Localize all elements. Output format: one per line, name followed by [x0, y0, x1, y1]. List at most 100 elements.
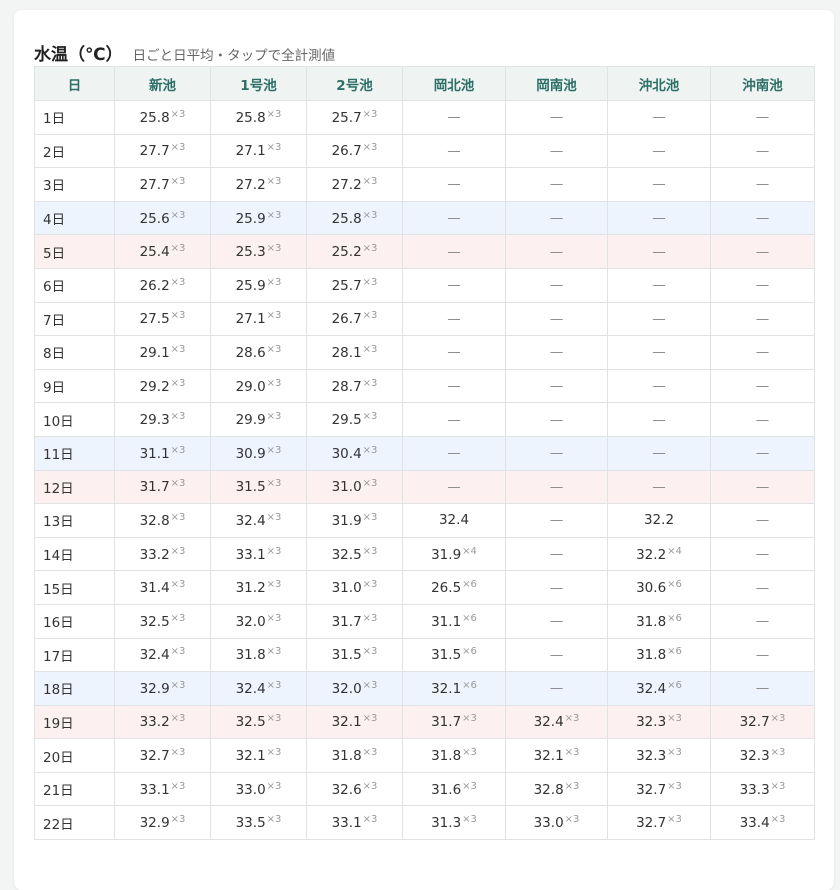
empty-temperature-cell[interactable]: —	[402, 469, 506, 505]
temperature-cell[interactable]: 27.2×3	[210, 167, 307, 202]
temperature-cell[interactable]: 32.4×6	[607, 671, 711, 706]
temperature-cell[interactable]: 32.4×3	[505, 704, 608, 740]
empty-temperature-cell[interactable]: —	[402, 100, 506, 135]
table-row[interactable]: 10日 29.3×3 29.9×3 29.5×3— — — —	[34, 402, 815, 437]
temperature-cell[interactable]: 33.1×3	[306, 805, 403, 841]
empty-temperature-cell[interactable]: —	[402, 368, 506, 404]
table-row[interactable]: 17日 32.4×3 31.8×3 31.5×3 31.5×6—31.8×6—	[34, 637, 815, 673]
empty-temperature-cell[interactable]: —	[710, 368, 815, 404]
empty-temperature-cell[interactable]: —	[607, 133, 711, 169]
temperature-cell[interactable]: 31.8×6	[607, 637, 711, 673]
temperature-cell[interactable]: 32.2×4	[607, 536, 711, 572]
temperature-cell[interactable]: 27.7×3	[114, 167, 211, 202]
empty-temperature-cell[interactable]: —	[710, 536, 815, 572]
empty-temperature-cell[interactable]: —	[505, 469, 608, 505]
temperature-cell[interactable]: 32.6×3	[306, 771, 403, 807]
temperature-cell[interactable]: 30.9×3	[210, 435, 307, 471]
empty-temperature-cell[interactable]: —	[607, 469, 711, 505]
empty-temperature-cell[interactable]: —	[505, 503, 608, 538]
temperature-cell[interactable]: 32.9×3	[114, 805, 211, 841]
temperature-cell[interactable]: 31.3×3	[402, 805, 506, 841]
empty-temperature-cell[interactable]: —	[710, 335, 815, 370]
temperature-cell[interactable]: 26.7×3	[306, 301, 403, 337]
empty-temperature-cell[interactable]: —	[505, 167, 608, 202]
temperature-cell[interactable]: 31.0×3	[306, 469, 403, 505]
temperature-cell[interactable]: 31.2×3	[210, 570, 307, 605]
temperature-cell[interactable]: 25.4×3	[114, 234, 211, 269]
temperature-cell[interactable]: 27.1×3	[210, 301, 307, 337]
temperature-cell[interactable]: 32.4	[402, 503, 506, 538]
table-row[interactable]: 21日 33.1×3 33.0×3 32.6×3 31.6×3 32.8×3 32.7×3 3…	[34, 771, 815, 807]
temperature-cell[interactable]: 32.4×3	[210, 503, 307, 538]
empty-temperature-cell[interactable]: —	[710, 435, 815, 471]
empty-temperature-cell[interactable]: —	[607, 301, 711, 337]
temperature-cell[interactable]: 31.9×3	[306, 503, 403, 538]
empty-temperature-cell[interactable]: —	[710, 402, 815, 437]
table-row[interactable]: 8日 29.1×3 28.6×3 28.1×3— — — —	[34, 335, 815, 370]
empty-temperature-cell[interactable]: —	[402, 167, 506, 202]
empty-temperature-cell[interactable]: —	[607, 234, 711, 269]
empty-temperature-cell[interactable]: —	[505, 570, 608, 605]
temperature-cell[interactable]: 33.0×3	[505, 805, 608, 841]
table-row[interactable]: 19日 33.2×3 32.5×3 32.1×3 31.7×3 32.4×3 32.3×3 3…	[34, 704, 815, 740]
table-row[interactable]: 12日 31.7×3 31.5×3 31.0×3— — — —	[34, 469, 815, 505]
temperature-cell[interactable]: 25.8×3	[210, 100, 307, 135]
temperature-cell[interactable]: 32.2	[607, 503, 711, 538]
temperature-cell[interactable]: 27.1×3	[210, 133, 307, 169]
table-row[interactable]: 2日 27.7×3 27.1×3 26.7×3— — — —	[34, 133, 815, 169]
empty-temperature-cell[interactable]: —	[505, 435, 608, 471]
temperature-cell[interactable]: 28.7×3	[306, 368, 403, 404]
temperature-cell[interactable]: 31.5×3	[306, 637, 403, 673]
empty-temperature-cell[interactable]: —	[710, 133, 815, 169]
temperature-cell[interactable]: 32.7×3	[607, 771, 711, 807]
empty-temperature-cell[interactable]: —	[505, 536, 608, 572]
temperature-cell[interactable]: 32.0×3	[306, 671, 403, 706]
empty-temperature-cell[interactable]: —	[710, 200, 815, 236]
temperature-cell[interactable]: 32.3×3	[607, 738, 711, 773]
empty-temperature-cell[interactable]: —	[607, 368, 711, 404]
table-row[interactable]: 3日 27.7×3 27.2×3 27.2×3— — — —	[34, 167, 815, 202]
temperature-cell[interactable]: 26.5×6	[402, 570, 506, 605]
temperature-cell[interactable]: 28.1×3	[306, 335, 403, 370]
empty-temperature-cell[interactable]: —	[505, 603, 608, 639]
temperature-cell[interactable]: 32.8×3	[114, 503, 211, 538]
empty-temperature-cell[interactable]: —	[710, 100, 815, 135]
empty-temperature-cell[interactable]: —	[402, 133, 506, 169]
temperature-cell[interactable]: 30.4×3	[306, 435, 403, 471]
temperature-cell[interactable]: 33.4×3	[710, 805, 815, 841]
temperature-cell[interactable]: 29.5×3	[306, 402, 403, 437]
temperature-cell[interactable]: 32.3×3	[607, 704, 711, 740]
empty-temperature-cell[interactable]: —	[710, 503, 815, 538]
temperature-cell[interactable]: 29.0×3	[210, 368, 307, 404]
empty-temperature-cell[interactable]: —	[505, 335, 608, 370]
temperature-cell[interactable]: 32.5×3	[306, 536, 403, 572]
empty-temperature-cell[interactable]: —	[505, 368, 608, 404]
temperature-cell[interactable]: 32.1×6	[402, 671, 506, 706]
temperature-cell[interactable]: 31.8×3	[306, 738, 403, 773]
empty-temperature-cell[interactable]: —	[505, 301, 608, 337]
table-row[interactable]: 6日 26.2×3 25.9×3 25.7×3— — — —	[34, 267, 815, 303]
temperature-cell[interactable]: 25.2×3	[306, 234, 403, 269]
temperature-cell[interactable]: 31.7×3	[402, 704, 506, 740]
temperature-cell[interactable]: 32.1×3	[505, 738, 608, 773]
table-row[interactable]: 7日 27.5×3 27.1×3 26.7×3— — — —	[34, 301, 815, 337]
table-row[interactable]: 15日 31.4×3 31.2×3 31.0×3 26.5×6—30.6×6—	[34, 570, 815, 605]
table-row[interactable]: 13日 32.8×3 32.4×3 31.9×3 32.4—32.2—	[34, 503, 815, 538]
temperature-cell[interactable]: 27.5×3	[114, 301, 211, 337]
empty-temperature-cell[interactable]: —	[505, 402, 608, 437]
empty-temperature-cell[interactable]: —	[402, 267, 506, 303]
temperature-cell[interactable]: 25.6×3	[114, 200, 211, 236]
empty-temperature-cell[interactable]: —	[710, 167, 815, 202]
empty-temperature-cell[interactable]: —	[607, 267, 711, 303]
temperature-cell[interactable]: 25.7×3	[306, 267, 403, 303]
temperature-cell[interactable]: 31.8×3	[210, 637, 307, 673]
table-row[interactable]: 11日 31.1×3 30.9×3 30.4×3— — — —	[34, 435, 815, 471]
temperature-cell[interactable]: 31.8×6	[607, 603, 711, 639]
empty-temperature-cell[interactable]: —	[402, 435, 506, 471]
temperature-cell[interactable]: 33.0×3	[210, 771, 307, 807]
temperature-cell[interactable]: 31.5×6	[402, 637, 506, 673]
empty-temperature-cell[interactable]: —	[710, 603, 815, 639]
temperature-cell[interactable]: 32.4×3	[114, 637, 211, 673]
temperature-cell[interactable]: 29.9×3	[210, 402, 307, 437]
temperature-cell[interactable]: 31.7×3	[306, 603, 403, 639]
